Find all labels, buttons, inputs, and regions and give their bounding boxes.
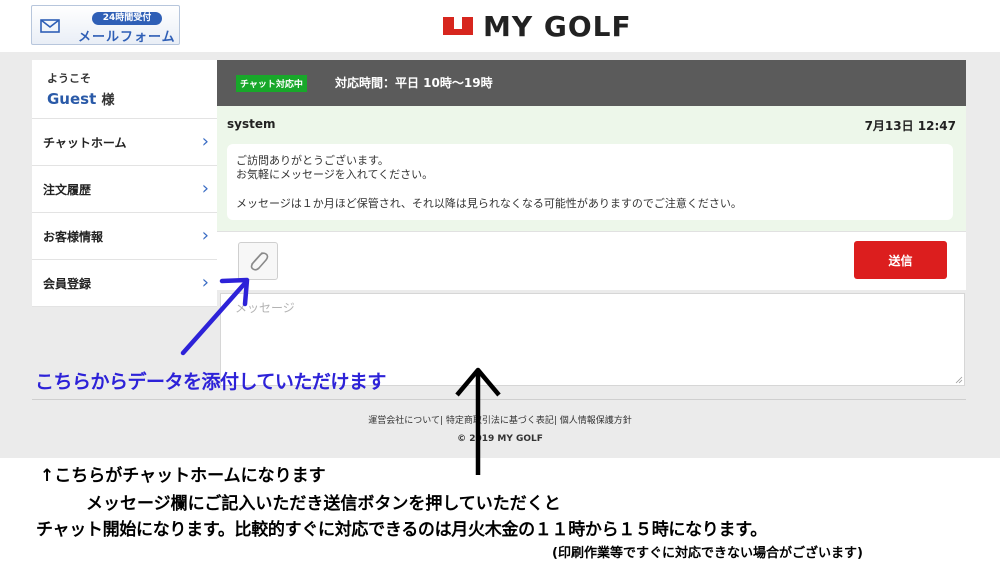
input-toolbar: 送信 (217, 231, 966, 290)
message-line: お気軽にメッセージを入れてください。 (236, 168, 434, 181)
message-line: メッセージは１か月ほど保管され、それ以降は見られなくなる可能性がありますのでご注… (236, 197, 742, 210)
logo-mark-icon (443, 17, 473, 35)
message-sender: system (227, 117, 276, 131)
resize-handle-icon[interactable] (955, 376, 963, 384)
footer-links[interactable]: 運営会社について| 特定商取引法に基づく表記| 個人情報保護方針 (0, 413, 1000, 426)
paperclip-icon (250, 252, 269, 271)
top-bar: 24時間受付 メールフォーム MY GOLF (0, 0, 1000, 52)
caption-line: チャット開始になります。比較的すぐに対応できるのは月火木金の１１時から１５時にな… (36, 520, 767, 540)
mail-badge: 24時間受付 (92, 12, 162, 25)
chat-header: チャット対応中 対応時間：平日 10時〜19時 (217, 60, 966, 106)
message-area: system 7月13日 12:47 ご訪問ありがとうございます。 お気軽にメッ… (217, 106, 966, 231)
mail-form-label: メールフォーム (78, 30, 176, 45)
sidebar-item-register[interactable]: 会員登録 › (32, 260, 217, 307)
sidebar: ようこそ Guest 様 チャットホーム › 注文履歴 › お客様情報 › 会員… (32, 60, 217, 307)
mail-form-button[interactable]: 24時間受付 メールフォーム (31, 5, 180, 45)
caption-note: (印刷作業等ですぐに対応できない場合がございます) (552, 546, 863, 561)
chevron-right-icon: › (201, 272, 209, 293)
chevron-right-icon: › (201, 131, 209, 152)
attach-annotation: こちらからデータを添付していただけます (35, 371, 386, 393)
sidebar-item-chat-home[interactable]: チャットホーム › (32, 119, 217, 166)
message-input-placeholder: メッセージ (235, 301, 295, 315)
guest-name: Guest 様 (47, 90, 115, 108)
guest-suffix: 様 (101, 93, 115, 108)
chevron-right-icon: › (201, 225, 209, 246)
sidebar-item-customer-info[interactable]: お客様情報 › (32, 213, 217, 260)
welcome-text: ようこそ (47, 72, 91, 85)
sidebar-item-order-history[interactable]: 注文履歴 › (32, 166, 217, 213)
welcome-box: ようこそ Guest 様 (32, 60, 217, 119)
message-timestamp: 7月13日 12:47 (864, 119, 956, 133)
sidebar-item-label: 会員登録 (43, 277, 92, 291)
site-logo[interactable]: MY GOLF (443, 8, 632, 44)
footer-divider (32, 399, 966, 400)
status-badge: チャット対応中 (236, 75, 307, 92)
sidebar-item-label: お客様情報 (43, 230, 104, 244)
send-button[interactable]: 送信 (854, 241, 947, 279)
sidebar-item-label: 注文履歴 (43, 183, 92, 197)
caption-line: メッセージ欄にご記入いただき送信ボタンを押していただくと (86, 494, 561, 514)
envelope-icon (40, 19, 60, 33)
copyright: © 2019 MY GOLF (457, 434, 543, 444)
caption-line: ↑こちらがチャットホームになります (40, 466, 326, 486)
message-bubble: ご訪問ありがとうございます。 お気軽にメッセージを入れてください。 メッセージは… (227, 144, 953, 220)
support-hours: 対応時間：平日 10時〜19時 (335, 76, 493, 90)
sidebar-item-label: チャットホーム (43, 136, 127, 150)
chevron-right-icon: › (201, 178, 209, 199)
attach-button[interactable] (238, 242, 278, 280)
logo-text: MY GOLF (483, 9, 632, 43)
